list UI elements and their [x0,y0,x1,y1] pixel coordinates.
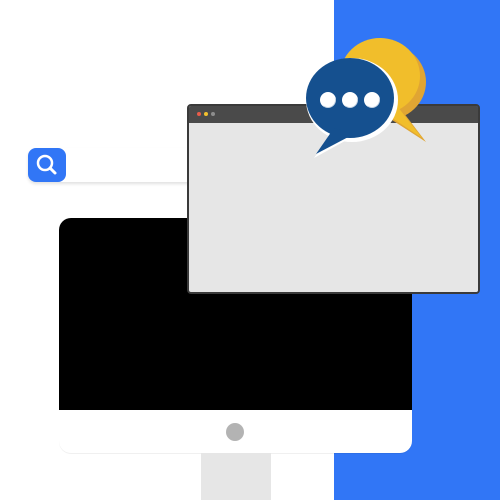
illustration-canvas [0,0,500,500]
chat-bubbles [300,24,432,158]
search-icon [36,154,57,175]
monitor-stand [201,453,271,500]
ellipsis-icon [320,92,381,110]
maximize-dot[interactable] [211,112,215,116]
search-button[interactable] [28,148,66,182]
monitor-power-button[interactable] [226,423,244,441]
close-dot[interactable] [197,112,201,116]
minimize-dot[interactable] [204,112,208,116]
